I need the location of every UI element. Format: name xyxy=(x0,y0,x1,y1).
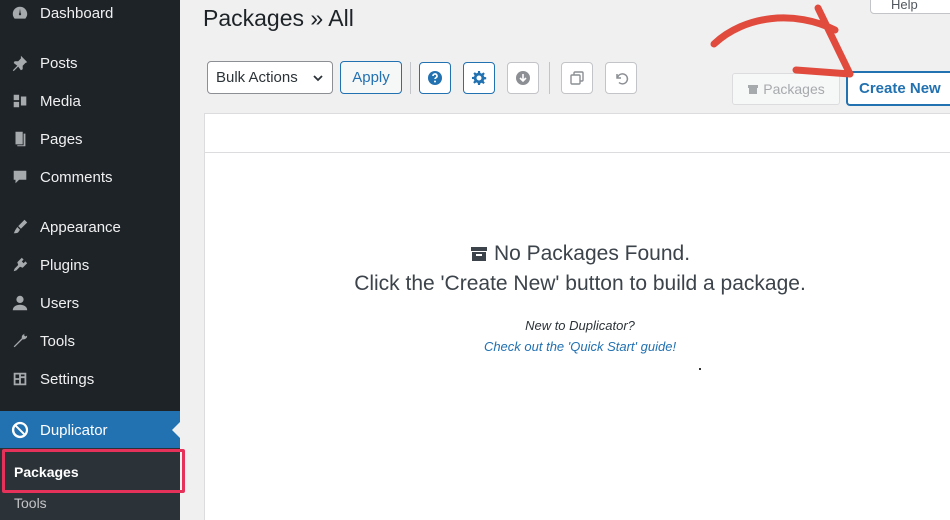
empty-heading-text: No Packages Found. xyxy=(493,242,691,265)
copy-icon xyxy=(570,71,584,85)
toolbar-separator xyxy=(549,62,550,94)
bulk-actions-select[interactable]: Bulk Actions xyxy=(207,61,333,94)
empty-state-instruction: Click the 'Create New' button to build a… xyxy=(354,272,806,295)
copy-button[interactable] xyxy=(561,62,593,94)
help-button[interactable] xyxy=(419,62,451,94)
sidebar-item-comments[interactable]: Comments xyxy=(0,161,180,193)
sidebar-item-appearance[interactable]: Appearance xyxy=(0,211,180,243)
comment-icon xyxy=(9,166,31,188)
sidebar-item-label: Duplicator xyxy=(40,421,108,439)
apply-button[interactable]: Apply xyxy=(340,61,402,94)
sidebar-item-label: Media xyxy=(40,92,81,110)
sidebar-item-label: Posts xyxy=(40,54,78,72)
undo-button[interactable] xyxy=(605,62,637,94)
sidebar-item-dashboard[interactable]: Dashboard xyxy=(0,0,180,29)
stray-dot xyxy=(699,368,701,370)
help-label: Help xyxy=(891,0,918,12)
download-button[interactable] xyxy=(507,62,539,94)
page-title: Packages » All xyxy=(203,5,354,31)
archive-icon xyxy=(748,85,759,94)
dashboard-icon xyxy=(9,2,31,24)
paintbrush-icon xyxy=(9,216,31,238)
packages-tab-button[interactable]: Packages xyxy=(732,73,840,105)
sidebar-item-posts[interactable]: Posts xyxy=(0,47,180,79)
packages-list-panel xyxy=(204,113,950,520)
new-to-duplicator-text: New to Duplicator? xyxy=(525,318,635,333)
packages-highlight-box xyxy=(2,449,185,493)
sidebar-item-settings[interactable]: Settings xyxy=(0,363,180,395)
sidebar-item-label: Pages xyxy=(40,130,83,148)
create-new-button[interactable]: Create New xyxy=(846,71,950,106)
gear-icon xyxy=(472,71,487,85)
download-circle-icon xyxy=(516,71,530,85)
pin-icon xyxy=(9,52,31,74)
sidebar-item-media[interactable]: Media xyxy=(0,85,180,117)
sidebar-item-label: Comments xyxy=(40,168,113,186)
sidebar-item-duplicator[interactable]: Duplicator xyxy=(0,411,180,449)
sidebar-item-label: Appearance xyxy=(40,218,121,236)
toolbar-separator xyxy=(410,62,411,94)
question-circle-icon xyxy=(428,71,442,85)
sidebar-item-pages[interactable]: Pages xyxy=(0,123,180,155)
pages-icon xyxy=(9,128,31,150)
duplicator-icon xyxy=(9,419,31,441)
archive-icon xyxy=(470,247,487,261)
sidebar-item-label: Dashboard xyxy=(40,4,114,22)
submenu-item-tools[interactable]: Tools xyxy=(14,495,47,511)
media-icon xyxy=(9,90,31,112)
sidebar-item-label: Settings xyxy=(40,370,95,388)
help-tab[interactable]: Help xyxy=(870,0,950,14)
chevron-down-icon xyxy=(313,75,323,82)
settings-button[interactable] xyxy=(463,62,495,94)
create-new-label: Create New xyxy=(859,80,941,97)
sidebar-item-label: Users xyxy=(40,294,80,312)
apply-label: Apply xyxy=(352,69,390,86)
active-indicator xyxy=(172,422,180,438)
bulk-actions-label: Bulk Actions xyxy=(216,69,298,86)
panel-header-divider xyxy=(204,152,950,153)
packages-tab-label: Packages xyxy=(763,81,825,97)
empty-state-heading: No Packages Found. xyxy=(0,242,950,266)
settings-icon xyxy=(9,368,31,390)
undo-icon xyxy=(616,73,629,85)
quick-start-guide-link[interactable]: Check out the 'Quick Start' guide! xyxy=(0,339,950,354)
